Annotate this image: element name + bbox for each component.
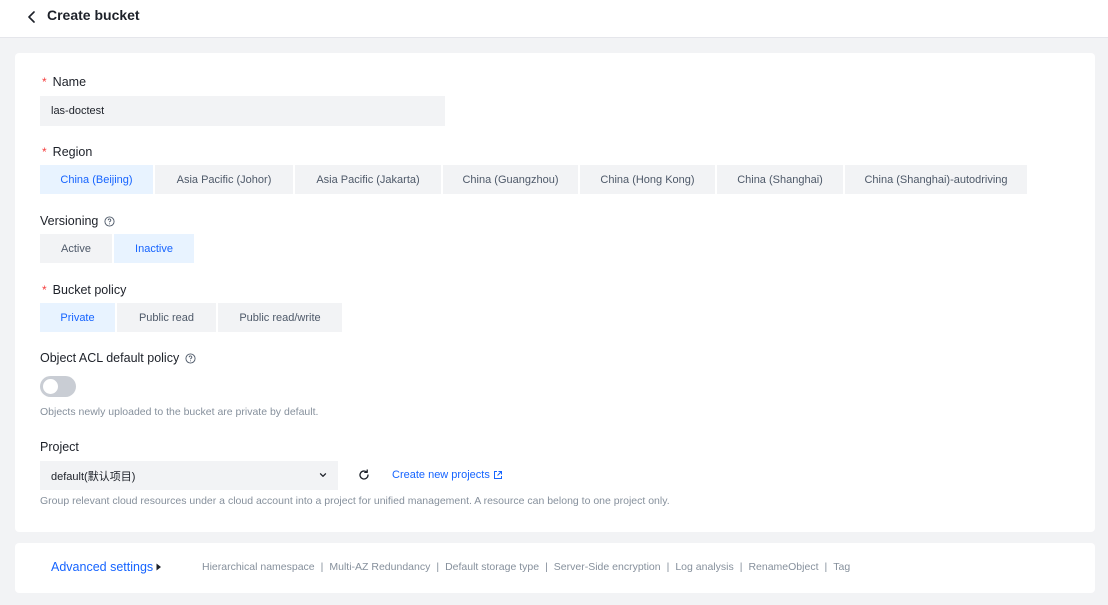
separator: | — [320, 561, 324, 573]
object-acl-hint: Objects newly uploaded to the bucket are… — [40, 406, 319, 418]
separator: | — [545, 561, 548, 573]
page-header: Create bucket — [0, 0, 1108, 38]
required-mark: * — [42, 75, 47, 89]
object-acl-label: Object ACL default policy — [40, 351, 196, 365]
separator: | — [436, 561, 440, 573]
refresh-icon[interactable] — [357, 468, 371, 482]
advanced-settings-card: Advanced settings Hierarchical namespace… — [15, 543, 1095, 593]
external-link-icon — [493, 471, 502, 479]
region-option-china-hong-kong[interactable]: China (Hong Kong) — [580, 165, 715, 194]
separator: | — [739, 561, 743, 573]
bucket-policy-selector: Private Public read Public read/write — [40, 303, 342, 332]
project-label: Project — [40, 440, 79, 454]
toggle-knob — [43, 379, 58, 394]
name-label: * Name — [42, 75, 87, 89]
advanced-item: Server-Side encryption — [553, 561, 661, 573]
separator: | — [666, 561, 670, 573]
advanced-item: Default storage type — [445, 561, 540, 573]
policy-option-private[interactable]: Private — [40, 303, 115, 332]
policy-option-public-read[interactable]: Public read — [117, 303, 216, 332]
advanced-item: Log analysis — [675, 561, 734, 573]
create-new-projects-link[interactable]: Create new projects — [392, 469, 503, 481]
help-icon[interactable] — [104, 215, 115, 227]
region-option-asia-pacific-jakarta[interactable]: Asia Pacific (Jakarta) — [295, 165, 441, 194]
advanced-item: Tag — [833, 561, 851, 573]
region-option-china-beijing[interactable]: China (Beijing) — [40, 165, 153, 194]
help-icon[interactable] — [185, 352, 196, 364]
required-mark: * — [42, 283, 47, 297]
page-title: Create bucket — [47, 7, 140, 23]
advanced-item: Hierarchical namespace — [202, 561, 315, 573]
region-selector: China (Beijing) Asia Pacific (Johor) Asi… — [40, 165, 1027, 194]
policy-option-public-read-write[interactable]: Public read/write — [218, 303, 342, 332]
advanced-settings-toggle[interactable]: Advanced settings — [51, 560, 162, 574]
project-select[interactable]: default(默认项目) — [40, 461, 338, 490]
project-hint: Group relevant cloud resources under a c… — [40, 495, 670, 507]
versioning-selector: Active Inactive — [40, 234, 194, 263]
create-bucket-form: * Name las-doctest * Region China (Beiji… — [15, 53, 1095, 532]
advanced-settings-list: Hierarchical namespace | Multi-AZ Redund… — [202, 561, 850, 573]
advanced-item: Multi-AZ Redundancy — [329, 561, 431, 573]
region-label: * Region — [42, 145, 93, 159]
region-option-china-guangzhou[interactable]: China (Guangzhou) — [443, 165, 578, 194]
versioning-option-active[interactable]: Active — [40, 234, 112, 263]
region-option-asia-pacific-johor[interactable]: Asia Pacific (Johor) — [155, 165, 293, 194]
versioning-option-inactive[interactable]: Inactive — [114, 234, 194, 263]
object-acl-toggle[interactable] — [40, 376, 76, 397]
separator: | — [824, 561, 828, 573]
region-option-china-shanghai-autodriving[interactable]: China (Shanghai)-autodriving — [845, 165, 1027, 194]
advanced-item: RenameObject — [748, 561, 819, 573]
region-option-china-shanghai[interactable]: China (Shanghai) — [717, 165, 843, 194]
required-mark: * — [42, 145, 47, 159]
bucket-policy-label: * Bucket policy — [42, 283, 127, 297]
project-select-value: default(默认项目) — [51, 470, 136, 483]
caret-right-icon — [156, 563, 162, 571]
chevron-down-icon — [319, 473, 327, 477]
versioning-label: Versioning — [40, 214, 115, 228]
chevron-left-icon — [28, 11, 35, 23]
bucket-name-input[interactable]: las-doctest — [40, 96, 445, 126]
back-button[interactable] — [24, 9, 40, 25]
